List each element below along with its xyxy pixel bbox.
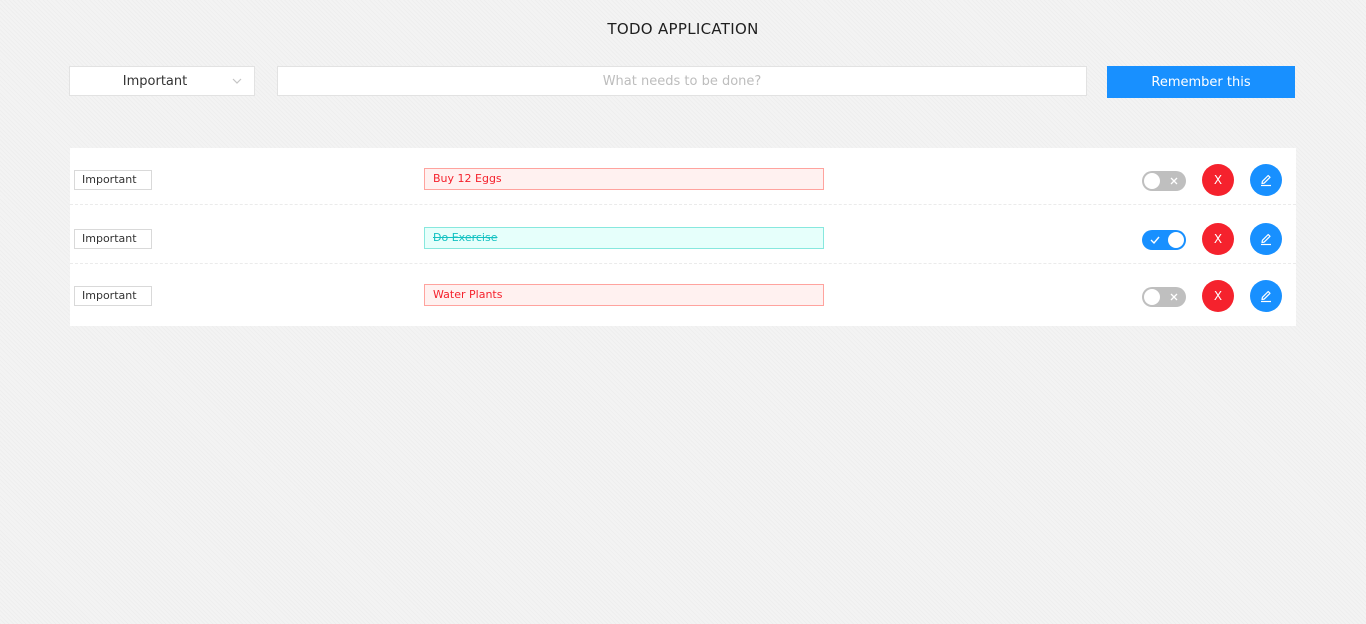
delete-button[interactable]: X — [1202, 164, 1234, 196]
priority-select-value: Important — [122, 74, 188, 89]
edit-icon — [1261, 233, 1271, 246]
close-icon — [1170, 177, 1178, 185]
todo-done-toggle[interactable] — [1142, 230, 1186, 250]
todo-tag: Important — [74, 286, 152, 306]
check-icon — [1150, 236, 1160, 245]
edit-button[interactable] — [1250, 223, 1282, 255]
delete-button[interactable]: X — [1202, 280, 1234, 312]
toggle-knob — [1144, 289, 1160, 305]
delete-button[interactable]: X — [1202, 223, 1234, 255]
edit-button[interactable] — [1250, 280, 1282, 312]
todo-tag: Important — [74, 229, 152, 249]
close-icon — [1170, 293, 1178, 301]
edit-button[interactable] — [1250, 164, 1282, 196]
toggle-knob — [1168, 232, 1184, 248]
todo-done-toggle[interactable] — [1142, 171, 1186, 191]
edit-icon — [1261, 290, 1271, 303]
todo-tag: Important — [74, 170, 152, 190]
todo-text: Water Plants — [424, 284, 824, 306]
todo-done-toggle[interactable] — [1142, 287, 1186, 307]
todo-row: Important Buy 12 Eggs X — [70, 148, 1296, 205]
todo-row: Important Water Plants X — [70, 264, 1296, 321]
todo-list: Important Buy 12 Eggs X Important Do Exe… — [70, 148, 1296, 326]
chevron-down-icon — [232, 78, 242, 84]
toggle-knob — [1144, 173, 1160, 189]
edit-icon — [1261, 174, 1271, 187]
todo-input[interactable] — [277, 66, 1087, 96]
priority-select[interactable]: Important — [69, 66, 255, 96]
remember-button[interactable]: Remember this — [1107, 66, 1295, 98]
todo-text: Buy 12 Eggs — [424, 168, 824, 190]
todo-text: Do Exercise — [424, 227, 824, 249]
todo-row: Important Do Exercise X — [70, 207, 1296, 264]
page-title: TODO APPLICATION — [607, 20, 759, 38]
